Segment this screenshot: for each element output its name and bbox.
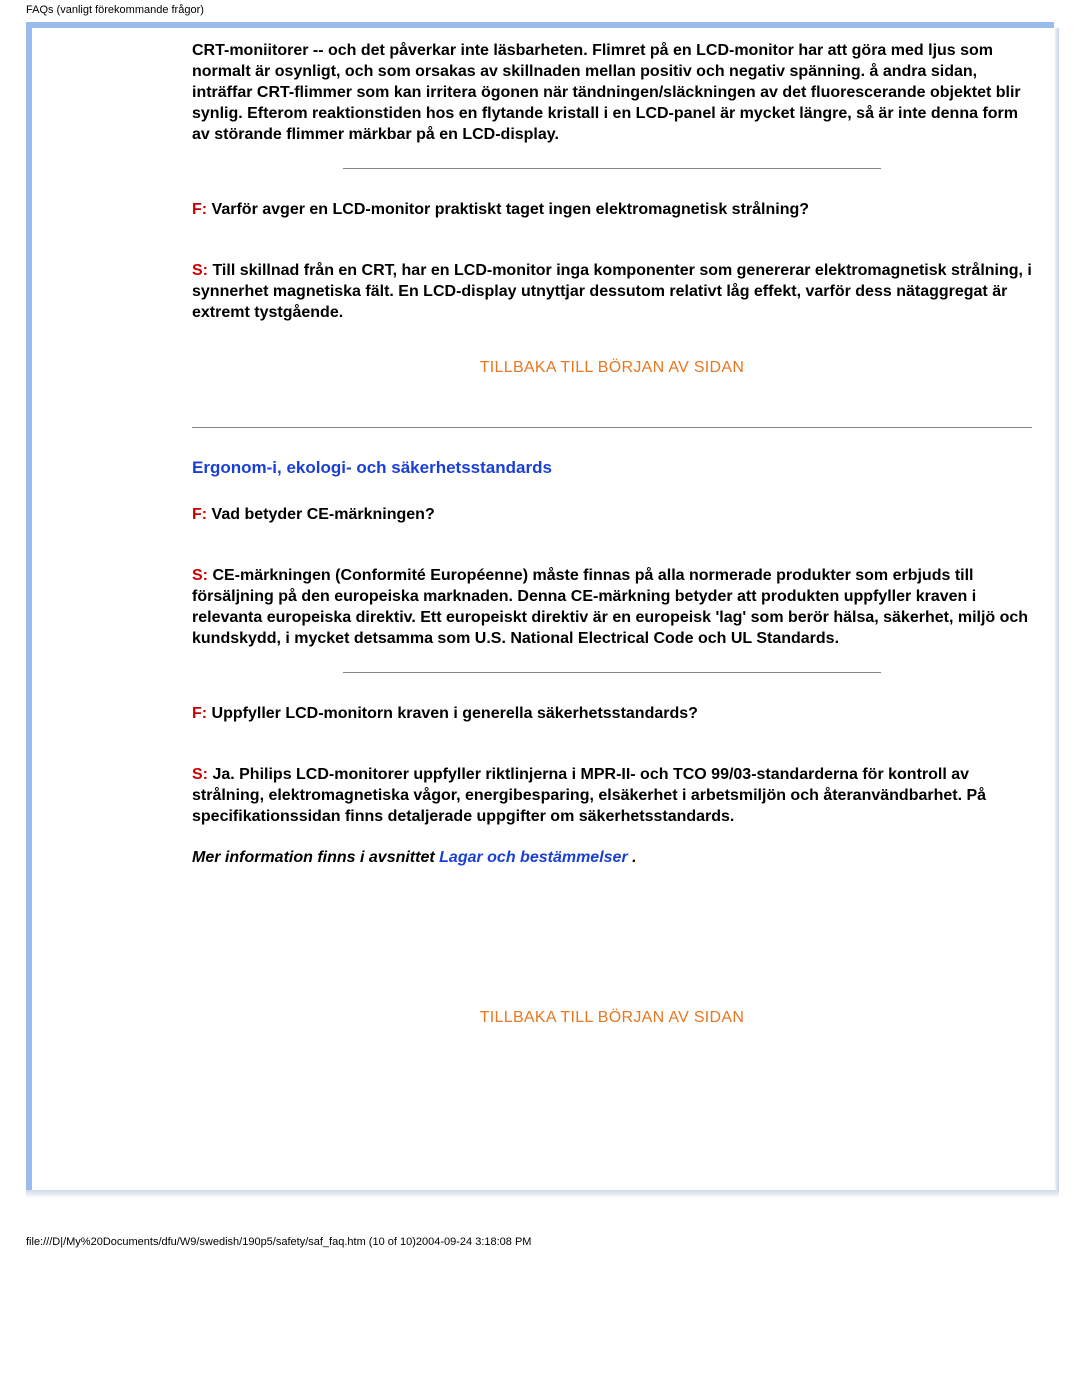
content-frame: CRT-moniitorer -- och det påverkar inte … — [26, 22, 1054, 1190]
page-area: CRT-moniitorer -- och det påverkar inte … — [32, 28, 1054, 1190]
s-label: S: — [192, 262, 208, 279]
qa3-question-text: Uppfyller LCD-monitorn kraven i generell… — [207, 705, 698, 722]
regulations-link[interactable]: Lagar och bestämmelser — [439, 849, 628, 866]
back-to-top-link[interactable]: TILLBAKA TILL BÖRJAN AV SIDAN — [480, 1009, 745, 1026]
section-heading-ergonomics: Ergonom-i, ekologi- och säkerhetsstandar… — [192, 458, 1032, 478]
qa2-answer: S: CE-märkningen (Conformité Européenne)… — [192, 565, 1032, 649]
f-label: F: — [192, 201, 207, 218]
page-header-title: FAQs (vanligt förekommande frågor) — [0, 0, 1080, 22]
back-to-top-1: TILLBAKA TILL BÖRJAN AV SIDAN — [192, 359, 1032, 377]
spacer — [192, 238, 1032, 260]
qa1-answer: S: Till skillnad från en CRT, har en LCD… — [192, 260, 1032, 323]
divider — [343, 168, 881, 169]
back-to-top-2: TILLBAKA TILL BÖRJAN AV SIDAN — [192, 1009, 1032, 1027]
qa2-question: F: Vad betyder CE-märkningen? — [192, 504, 1032, 525]
section-divider — [192, 427, 1032, 428]
qa3-answer-text: Ja. Philips LCD-monitorer uppfyller rikt… — [192, 766, 986, 825]
qa3-answer: S: Ja. Philips LCD-monitorer uppfyller r… — [192, 764, 1032, 827]
qa1-question-text: Varför avger en LCD-monitor praktiskt ta… — [207, 201, 809, 218]
more-info-note: Mer information finns i avsnittet Lagar … — [192, 849, 1032, 867]
back-to-top-link[interactable]: TILLBAKA TILL BÖRJAN AV SIDAN — [480, 359, 745, 376]
divider — [343, 672, 881, 673]
s-label: S: — [192, 766, 208, 783]
spacer — [192, 883, 1032, 973]
intro-fragment: CRT-moniitorer -- och det påverkar inte … — [192, 40, 1032, 146]
f-label: F: — [192, 705, 207, 722]
spacer — [192, 543, 1032, 565]
more-info-suffix: . — [628, 849, 637, 866]
qa2-question-text: Vad betyder CE-märkningen? — [207, 506, 435, 523]
spacer — [192, 742, 1032, 764]
footer-file-path: file:///D|/My%20Documents/dfu/W9/swedish… — [0, 1198, 1080, 1268]
qa1-answer-text: Till skillnad från en CRT, har en LCD-mo… — [192, 262, 1032, 321]
qa1-question: F: Varför avger en LCD-monitor praktiskt… — [192, 199, 1032, 220]
f-label: F: — [192, 506, 207, 523]
frame-bottom-shadow — [26, 1190, 1054, 1198]
more-info-prefix: Mer information finns i avsnittet — [192, 849, 439, 866]
s-label: S: — [192, 567, 208, 584]
qa3-question: F: Uppfyller LCD-monitorn kraven i gener… — [192, 703, 1032, 724]
qa2-answer-text: CE-märkningen (Conformité Européenne) må… — [192, 567, 1028, 647]
